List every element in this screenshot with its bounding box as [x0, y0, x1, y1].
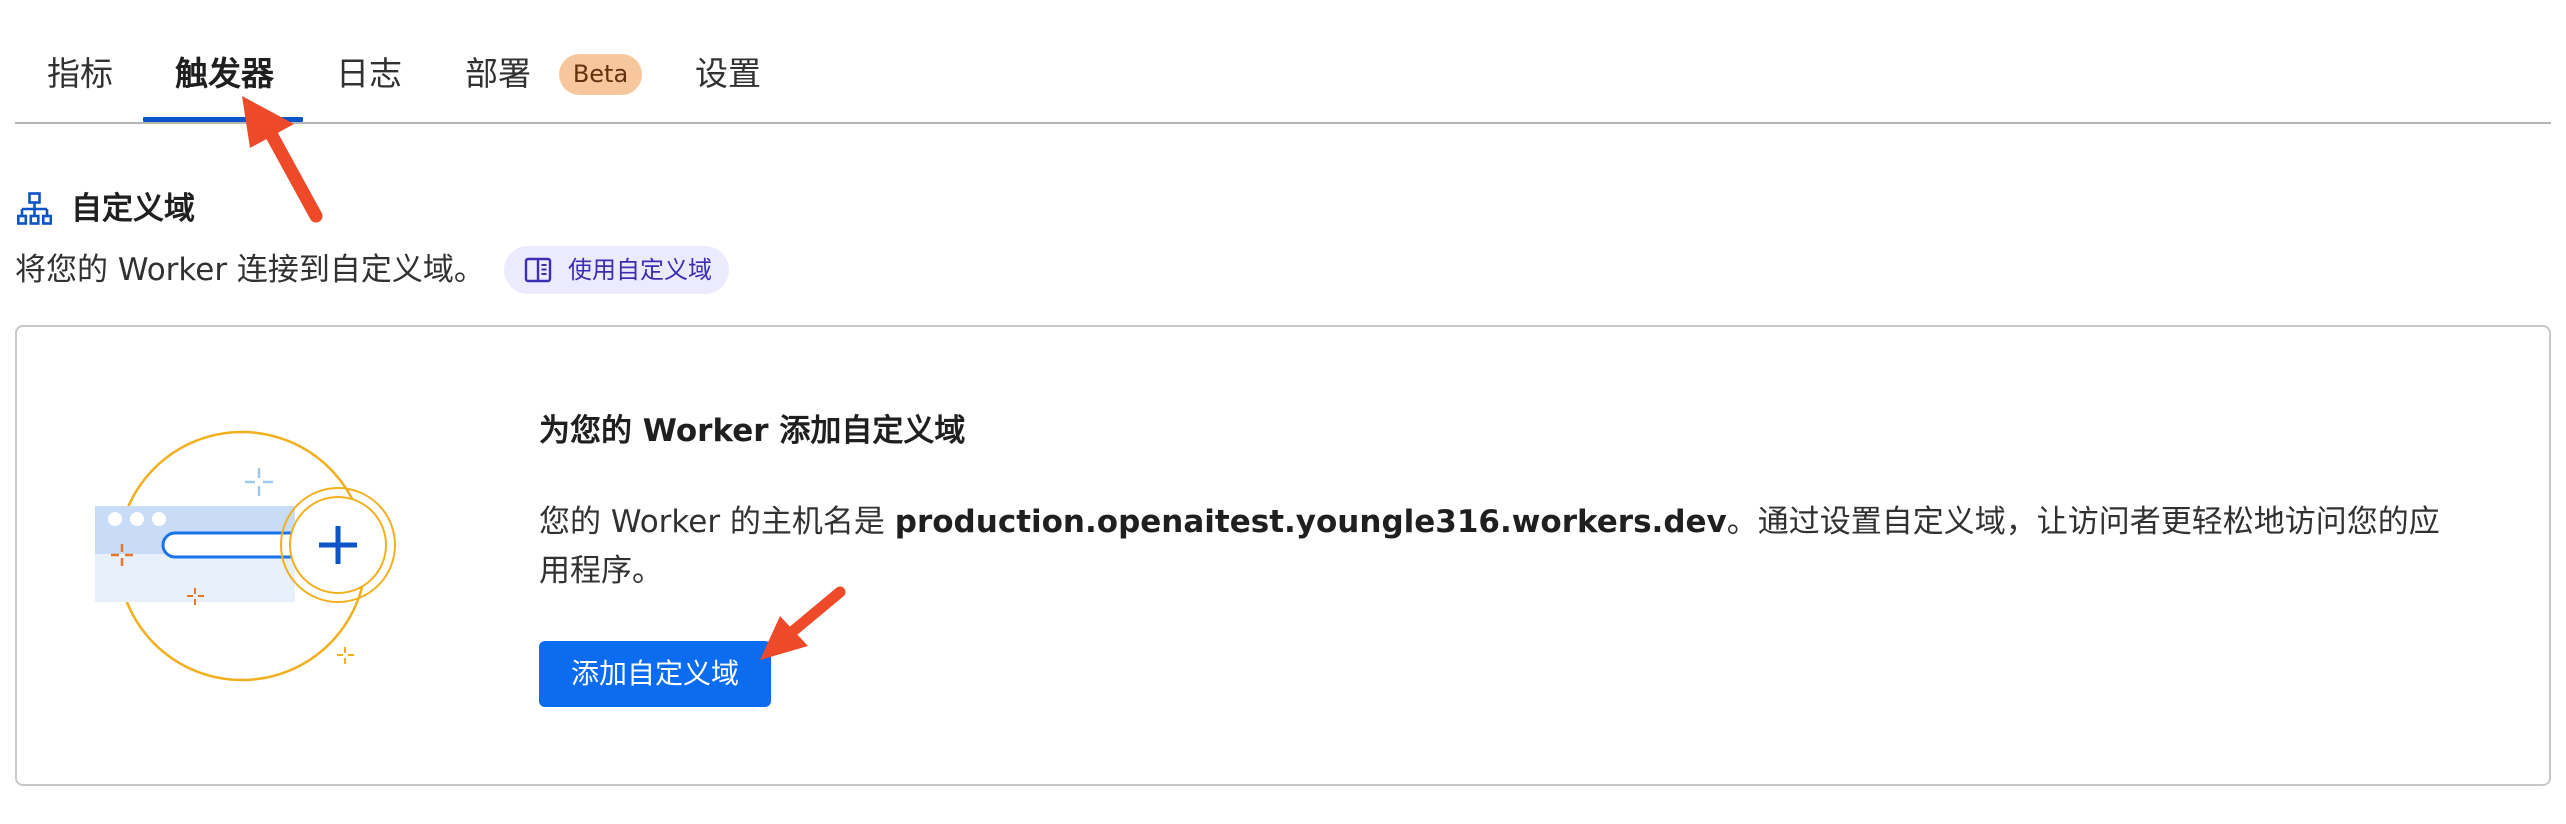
tab-settings[interactable]: 设置: [695, 52, 761, 96]
add-custom-domain-button[interactable]: 添加自定义域: [539, 641, 771, 707]
beta-badge: Beta: [559, 54, 642, 95]
annotation-arrow-icon: [242, 96, 323, 223]
card-description-prefix: 您的 Worker 的主机名是: [539, 504, 895, 540]
book-icon: [524, 257, 552, 283]
browser-add-domain-illustration: [95, 430, 396, 682]
docs-link[interactable]: 使用自定义域: [504, 246, 729, 294]
tab-bar: 指标 触发器 日志 部署 Beta 设置: [15, 0, 2551, 124]
card-title: 为您的 Worker 添加自定义域: [539, 413, 966, 449]
annotation-arrow-icon: [760, 586, 846, 660]
sitemap-icon: [17, 192, 52, 225]
tab-logs[interactable]: 日志: [336, 52, 402, 96]
section-title: 自定义域: [71, 191, 195, 227]
worker-hostname: production.openaitest.youngle316.workers…: [894, 504, 1727, 540]
tab-metrics[interactable]: 指标: [47, 52, 113, 96]
section-description: 将您的 Worker 连接到自定义域。: [15, 252, 485, 288]
docs-link-label: 使用自定义域: [568, 256, 712, 284]
tab-deployments[interactable]: 部署: [465, 52, 531, 96]
